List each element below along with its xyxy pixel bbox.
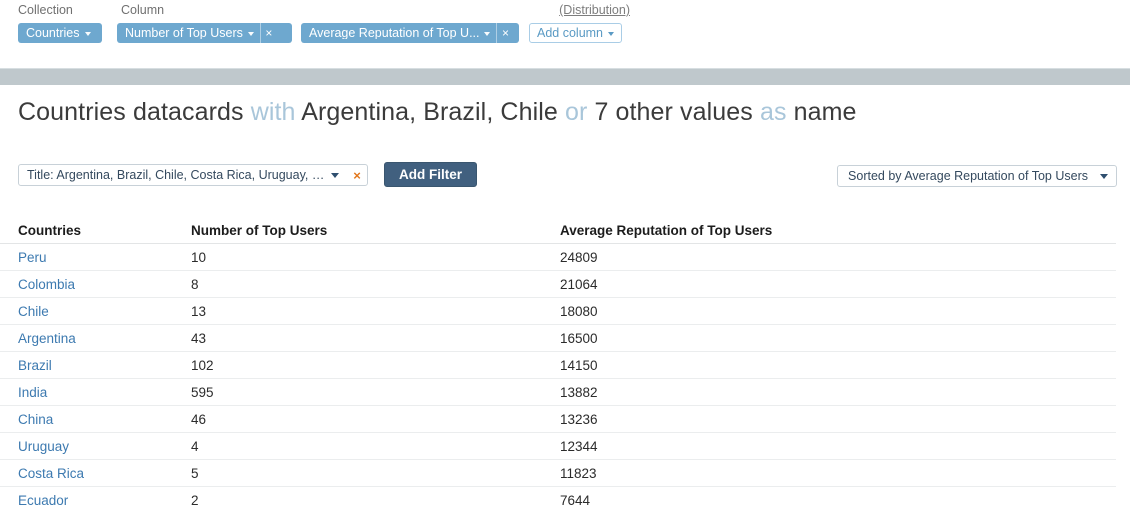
column-chip-label: Number of Top Users: [125, 26, 243, 40]
cell-reputation: 16500: [560, 330, 598, 346]
query-control-bar: Collection Column (Distribution) Countri…: [0, 0, 1130, 68]
title-connector-with: with: [250, 98, 296, 126]
column-chip-number-of-top-users[interactable]: Number of Top Users ×: [117, 23, 292, 43]
cell-users: 43: [191, 330, 207, 346]
cell-reputation: 18080: [560, 303, 598, 319]
collection-label: Collection: [18, 3, 73, 17]
table-row: Argentina 43 16500: [0, 325, 1116, 352]
cell-users: 4: [191, 438, 199, 454]
cell-country[interactable]: Argentina: [18, 325, 76, 351]
table-row: China 46 13236: [0, 406, 1116, 433]
page-title: Countries datacards with Argentina, Braz…: [18, 98, 857, 127]
title-part-collection: Countries datacards: [18, 98, 244, 126]
sort-dropdown-label: Sorted by Average Reputation of Top User…: [848, 169, 1088, 183]
chevron-down-icon: [1100, 173, 1108, 179]
table-row: India 595 13882: [0, 379, 1116, 406]
chevron-down-icon: [84, 32, 91, 36]
cell-country[interactable]: Chile: [18, 298, 49, 324]
remove-column-icon[interactable]: ×: [496, 23, 513, 43]
cell-country[interactable]: India: [18, 379, 47, 405]
add-column-button[interactable]: Add column: [529, 23, 623, 43]
add-filter-label: Add Filter: [399, 167, 462, 182]
column-chip-body[interactable]: Number of Top Users: [117, 23, 260, 43]
title-connector-as: as: [759, 98, 787, 126]
section-divider-band: [0, 68, 1130, 85]
cell-country[interactable]: Colombia: [18, 271, 75, 297]
cell-reputation: 11823: [560, 465, 597, 481]
remove-filter-icon[interactable]: ×: [347, 169, 367, 182]
collection-chip-countries[interactable]: Countries: [18, 23, 102, 43]
table-header-row: Countries Number of Top Users Average Re…: [0, 218, 1116, 244]
cell-country[interactable]: Uruguay: [18, 433, 69, 459]
column-chip-average-reputation[interactable]: Average Reputation of Top U... ×: [301, 23, 519, 43]
cell-country[interactable]: China: [18, 406, 53, 432]
distribution-link[interactable]: (Distribution): [559, 3, 630, 17]
cell-country[interactable]: Brazil: [18, 352, 52, 378]
cell-reputation: 12344: [560, 438, 598, 454]
cell-reputation: 14150: [560, 357, 598, 373]
table-row: Ecuador 2 7644: [0, 487, 1116, 514]
table-row: Peru 10 24809: [0, 244, 1116, 271]
column-header-countries: Countries: [18, 223, 82, 238]
add-column-label: Add column: [537, 25, 604, 40]
sort-dropdown[interactable]: Sorted by Average Reputation of Top User…: [837, 165, 1117, 187]
filter-bar: Title: Argentina, Brazil, Chile, Costa R…: [0, 162, 1130, 188]
title-part-values: Argentina, Brazil, Chile: [301, 98, 558, 126]
cell-reputation: 24809: [560, 249, 598, 265]
collection-chip-body[interactable]: Countries: [18, 23, 97, 43]
cell-reputation: 21064: [560, 276, 598, 292]
cell-country[interactable]: Peru: [18, 244, 47, 270]
cell-reputation: 13882: [560, 384, 598, 400]
remove-column-icon[interactable]: ×: [259, 23, 277, 43]
column-header-number-of-top-users: Number of Top Users: [191, 223, 328, 238]
title-part-field: name: [793, 98, 857, 126]
results-table: Countries Number of Top Users Average Re…: [0, 218, 1130, 514]
add-filter-button[interactable]: Add Filter: [384, 162, 477, 187]
cell-users: 2: [191, 493, 199, 508]
column-chip-label: Average Reputation of Top U...: [309, 26, 480, 40]
filter-chip-title[interactable]: Title: Argentina, Brazil, Chile, Costa R…: [18, 164, 368, 186]
cell-users: 5: [191, 465, 199, 481]
column-label: Column: [121, 3, 165, 17]
chevron-down-icon: [484, 32, 491, 36]
cell-reputation: 13236: [560, 411, 598, 427]
cell-users: 595: [191, 384, 214, 400]
table-row: Chile 13 18080: [0, 298, 1116, 325]
cell-country[interactable]: Ecuador: [18, 487, 68, 514]
title-part-other-values: 7 other values: [594, 98, 753, 126]
table-row: Colombia 8 21064: [0, 271, 1116, 298]
cell-reputation: 7644: [560, 493, 591, 508]
column-chip-body[interactable]: Average Reputation of Top U...: [301, 23, 496, 43]
cell-country[interactable]: Costa Rica: [18, 460, 84, 486]
column-header-average-reputation: Average Reputation of Top Users: [560, 223, 773, 238]
control-bar-labels: Collection Column (Distribution): [0, 3, 1130, 19]
chevron-down-icon: [247, 32, 254, 36]
filter-chip-label: Title: Argentina, Brazil, Chile, Costa R…: [27, 168, 327, 182]
title-connector-or: or: [564, 98, 588, 126]
chevron-down-icon[interactable]: [331, 172, 339, 178]
table-row: Costa Rica 5 11823: [0, 460, 1116, 487]
cell-users: 102: [191, 357, 214, 373]
cell-users: 10: [191, 249, 207, 265]
collection-chip-label: Countries: [26, 26, 80, 40]
table-row: Brazil 102 14150: [0, 352, 1116, 379]
chevron-down-icon: [608, 32, 615, 36]
table-row: Uruguay 4 12344: [0, 433, 1116, 460]
cell-users: 46: [191, 411, 207, 427]
cell-users: 8: [191, 276, 199, 292]
cell-users: 13: [191, 303, 207, 319]
